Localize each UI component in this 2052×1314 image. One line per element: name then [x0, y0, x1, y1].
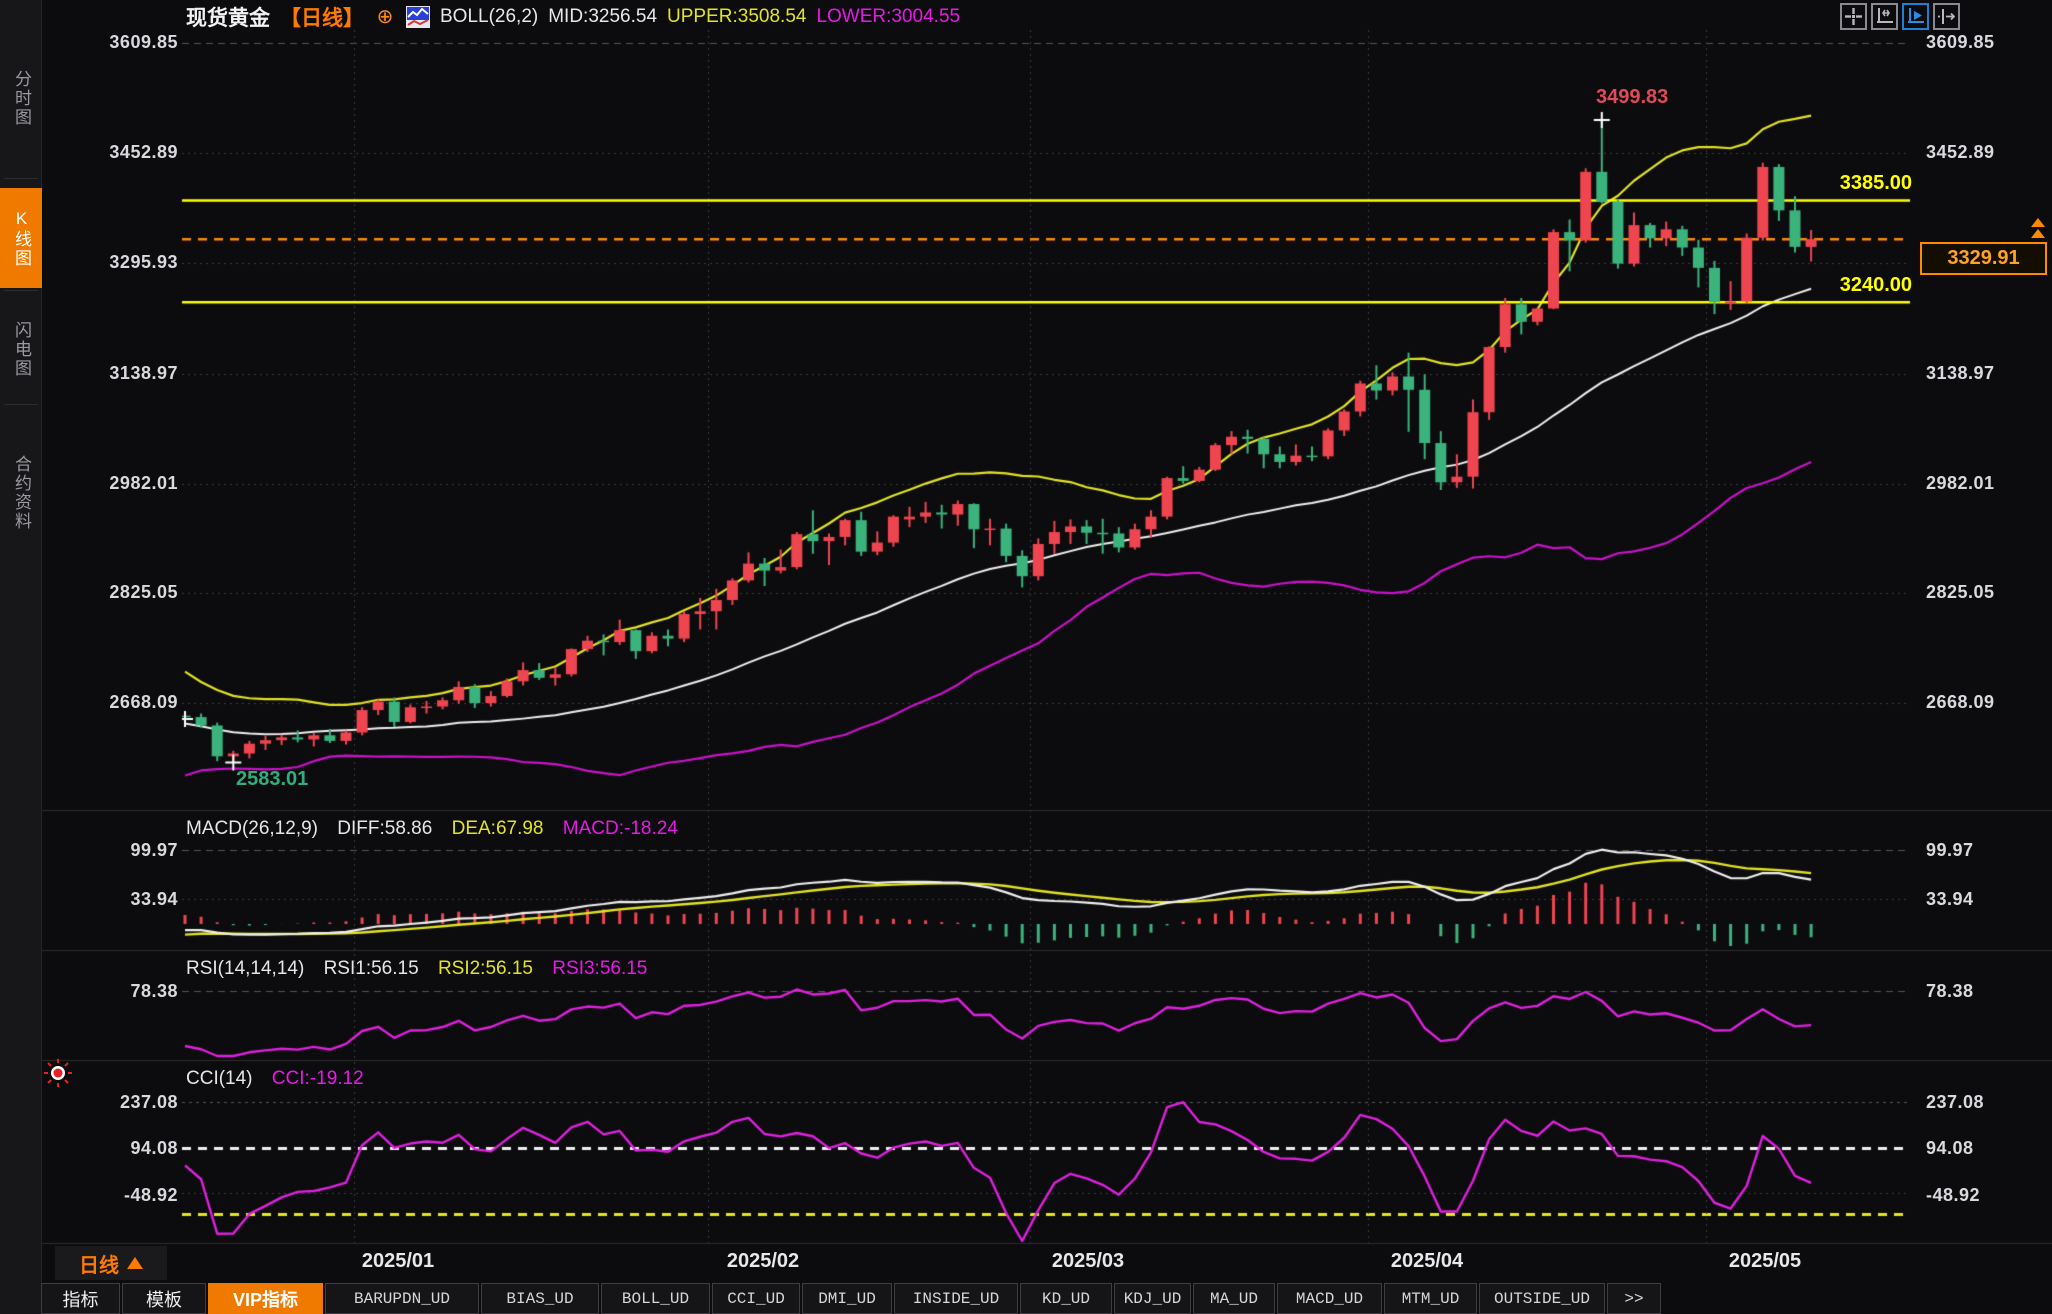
indicator-tab-cci-ud[interactable]: CCI_UD — [712, 1283, 800, 1314]
y-axis-label: 2982.01 — [109, 473, 178, 493]
cci-axis-label: 94.08 — [130, 1138, 178, 1158]
y-axis-label: 2668.09 — [109, 692, 178, 712]
indicator-tab-barupdn-ud[interactable]: BARUPDN_UD — [325, 1283, 479, 1314]
macd-title: MACD(26,12,9) — [186, 818, 318, 839]
y-axis-label: 2668.09 — [1926, 692, 1995, 712]
cci-axis-label: 94.08 — [1926, 1138, 1974, 1158]
y-axis-label: 3609.85 — [1926, 32, 1995, 52]
chart-header: 现货黄金 【日线】 ⊕ BOLL(26,2) MID:3256.54 UPPER… — [186, 3, 960, 31]
macd-diff-value: DIFF:58.86 — [337, 818, 433, 839]
macd-legend: MACD(26,12,9) DIFF:58.86 DEA:67.98 MACD:… — [186, 818, 692, 840]
y-axis-label: 3452.89 — [1926, 142, 1995, 162]
period-selector-button[interactable]: 日线 — [55, 1246, 167, 1280]
chart-canvas[interactable] — [0, 0, 2052, 1314]
app-window: 分时图 K线图 闪电图 合约资料 现货黄金 【日线】 ⊕ BOLL(26,2) … — [0, 0, 2052, 1314]
period-label: 日线 — [79, 1254, 119, 1277]
cci-legend: CCI(14) CCI:-19.12 — [186, 1068, 378, 1090]
sidebar-item-contract-info[interactable]: 合约资料 — [0, 408, 42, 578]
cci-axis-label: 237.08 — [119, 1092, 178, 1112]
rsi3-value: RSI3:56.15 — [552, 958, 648, 979]
indicator-tab-bias-ud[interactable]: BIAS_UD — [481, 1283, 599, 1314]
cci-axis-label: -48.92 — [1926, 1185, 1981, 1205]
period-tag[interactable]: 【日线】 — [280, 2, 364, 32]
move-crosshair-icon[interactable] — [1840, 3, 1867, 30]
price-up-arrows-icon — [2031, 218, 2047, 242]
macd-axis-label: 99.97 — [130, 840, 178, 860]
last-price-badge: 3329.91 — [1920, 242, 2047, 275]
sidebar-item-lightning-chart[interactable]: 闪电图 — [0, 294, 42, 404]
x-axis-month-label: 2025/03 — [1051, 1250, 1125, 1272]
chart-toolbar — [1840, 3, 1960, 30]
y-axis-label: 2825.05 — [1926, 582, 1995, 602]
boll-indicator-label: BOLL(26,2) — [440, 6, 539, 27]
live-record-icon — [44, 1059, 72, 1087]
chart-type-sidebar: 分时图 K线图 闪电图 合约资料 — [0, 0, 42, 1314]
add-indicator-button[interactable]: ⊕ — [374, 6, 396, 28]
rsi-title: RSI(14,14,14) — [186, 958, 305, 979]
boll-lower-value: LOWER:3004.55 — [816, 6, 961, 27]
indicator-tab-inside-ud[interactable]: INSIDE_UD — [894, 1283, 1018, 1314]
sidebar-divider — [4, 290, 38, 291]
indicator-tab-kd-ud[interactable]: KD_UD — [1020, 1283, 1112, 1314]
sidebar-divider — [4, 404, 38, 405]
x-axis-month-label: 2025/04 — [1390, 1250, 1464, 1272]
indicator-tab-dmi-ud[interactable]: DMI_UD — [802, 1283, 892, 1314]
kline-badge-icon — [406, 6, 430, 28]
indicator-tab-vip-[interactable]: VIP指标 — [208, 1283, 323, 1314]
y-axis-label: 3609.85 — [109, 32, 178, 52]
rsi2-value: RSI2:56.15 — [437, 958, 534, 979]
cci-axis-label: 237.08 — [1926, 1092, 1985, 1112]
boll-upper-value: UPPER:3508.54 — [667, 6, 807, 27]
macd-axis-label: 33.94 — [130, 889, 178, 909]
macd-dea-value: DEA:67.98 — [451, 818, 544, 839]
indicator-tab-ma-ud[interactable]: MA_UD — [1193, 1283, 1275, 1314]
high-price-marker: 3499.83 — [1596, 86, 1669, 108]
alert-line-label-3385[interactable]: 3385.00 — [1840, 172, 1912, 195]
y-axis-label: 3295.93 — [109, 252, 178, 272]
rsi-legend: RSI(14,14,14) RSI1:56.15 RSI2:56.15 RSI3… — [186, 958, 661, 980]
y-axis-label: 3452.89 — [109, 142, 178, 162]
axis-scale-icon[interactable] — [1871, 3, 1898, 30]
axis-shift-icon[interactable] — [1933, 3, 1960, 30]
low-price-marker: 2583.01 — [236, 768, 309, 790]
axis-play-icon[interactable] — [1902, 3, 1929, 30]
macd-axis-label: 99.97 — [1926, 840, 1974, 860]
indicator-tab-outside-ud[interactable]: OUTSIDE_UD — [1479, 1283, 1605, 1314]
indicator-tab-more[interactable]: >> — [1607, 1283, 1661, 1314]
sidebar-item-kline-chart[interactable]: K线图 — [0, 188, 42, 288]
indicator-tab--[interactable]: 模板 — [122, 1283, 206, 1314]
indicator-tab--[interactable]: 指标 — [41, 1283, 120, 1314]
rsi1-value: RSI1:56.15 — [323, 958, 419, 979]
macd-value: MACD:-18.24 — [562, 818, 678, 839]
y-axis-label: 2982.01 — [1926, 473, 1995, 493]
rsi-axis-label: 78.38 — [1926, 981, 1974, 1001]
indicator-tab-kdj-ud[interactable]: KDJ_UD — [1114, 1283, 1191, 1314]
rsi-axis-label: 78.38 — [130, 981, 178, 1001]
y-axis-label: 2825.05 — [109, 582, 178, 602]
x-axis-month-label: 2025/05 — [1728, 1250, 1802, 1272]
indicator-tab-mtm-ud[interactable]: MTM_UD — [1384, 1283, 1477, 1314]
y-axis-label: 3138.97 — [109, 363, 178, 383]
alert-line-label-3240[interactable]: 3240.00 — [1840, 274, 1912, 297]
indicator-tab-macd-ud[interactable]: MACD_UD — [1277, 1283, 1382, 1314]
cci-axis-label: -48.92 — [123, 1185, 178, 1205]
cci-title: CCI(14) — [186, 1068, 253, 1089]
sidebar-item-time-chart[interactable]: 分时图 — [0, 38, 42, 158]
y-axis-label: 3138.97 — [1926, 363, 1995, 383]
triangle-up-icon — [127, 1257, 143, 1269]
cci-value: CCI:-19.12 — [271, 1068, 364, 1089]
indicator-tab-bar: 指标 模板 VIP指标 BARUPDN_UD BIAS_UD BOLL_UD CCI_UD D… — [41, 1283, 1661, 1314]
macd-axis-label: 33.94 — [1926, 889, 1974, 909]
symbol-name: 现货黄金 — [186, 7, 270, 30]
indicator-tab-boll-ud[interactable]: BOLL_UD — [601, 1283, 710, 1314]
x-axis-month-label: 2025/01 — [361, 1250, 435, 1272]
boll-mid-value: MID:3256.54 — [548, 6, 658, 27]
x-axis-month-label: 2025/02 — [726, 1250, 800, 1272]
sidebar-divider — [4, 178, 38, 179]
